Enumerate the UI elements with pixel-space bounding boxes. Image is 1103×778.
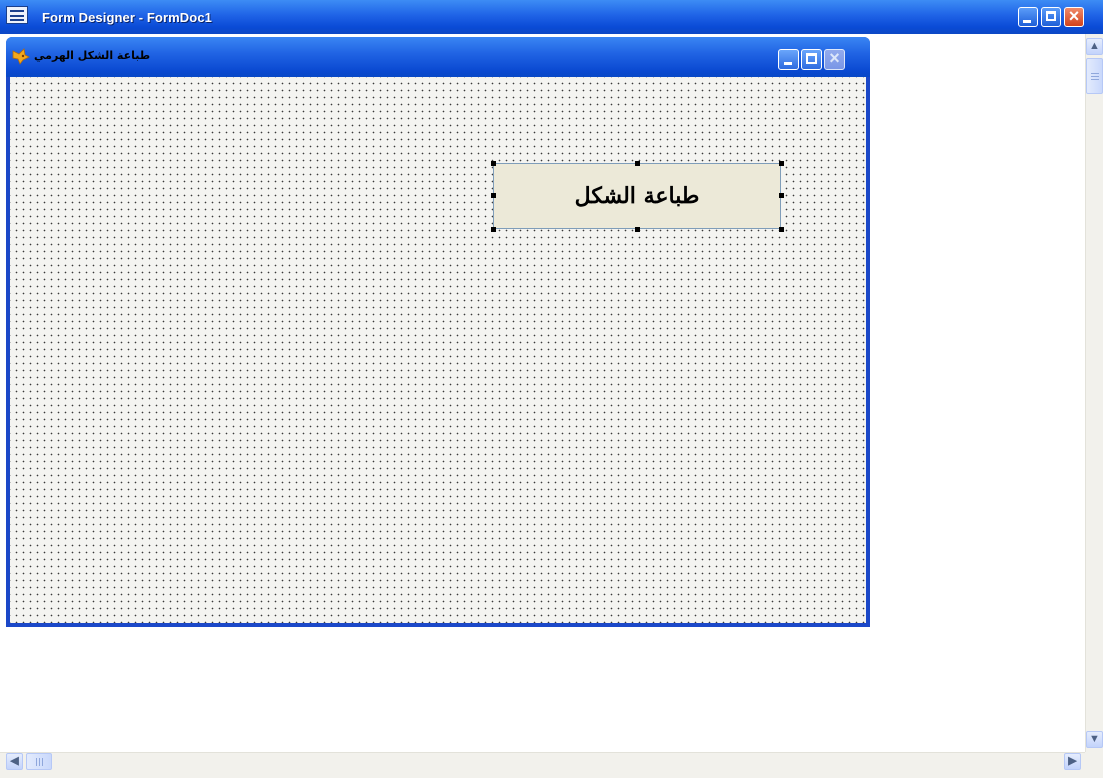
scroll-down-button[interactable]: ▼ xyxy=(1086,731,1103,748)
chevron-left-icon: ◀ xyxy=(10,755,19,767)
selection-handle-right[interactable] xyxy=(779,193,784,198)
close-icon: × xyxy=(1068,6,1080,26)
selection-handle-top[interactable] xyxy=(635,161,640,166)
print-form-button-caption: طباعة الشكل xyxy=(574,183,700,209)
scroll-up-button[interactable]: ▲ xyxy=(1086,38,1103,55)
print-form-button[interactable]: طباعة الشكل xyxy=(493,163,781,229)
minimize-icon xyxy=(784,62,792,65)
form-maximize-button[interactable] xyxy=(801,49,822,70)
form-minimize-button[interactable] xyxy=(778,49,799,70)
size-grip[interactable] xyxy=(1085,752,1103,770)
close-icon: × xyxy=(829,48,840,68)
window-bottom-edge xyxy=(0,770,1103,778)
selection-handle-bottom-left[interactable] xyxy=(491,227,496,232)
outer-minimize-button[interactable] xyxy=(1018,7,1038,27)
form-window[interactable]: طباعة الشكل الهرمي × طباعة الشكل xyxy=(6,37,870,627)
form-titlebar[interactable]: طباعة الشكل الهرمي × xyxy=(6,37,870,77)
window-title: Form Designer - FormDoc1 xyxy=(42,10,212,25)
selection-handle-top-right[interactable] xyxy=(779,161,784,166)
outer-titlebar[interactable]: Form Designer - FormDoc1 × xyxy=(0,0,1103,34)
form-title: طباعة الشكل الهرمي xyxy=(34,49,151,62)
vertical-scrollbar[interactable]: ▲ ▼ xyxy=(1085,34,1103,762)
form-designer-icon xyxy=(6,6,28,24)
selection-handle-left[interactable] xyxy=(491,193,496,198)
horizontal-scrollbar[interactable]: ◀ ▶ xyxy=(0,752,1085,770)
chevron-down-icon: ▼ xyxy=(1089,733,1100,745)
vertical-scroll-thumb[interactable] xyxy=(1086,58,1103,94)
horizontal-scroll-thumb[interactable] xyxy=(26,753,52,770)
selection-handle-bottom[interactable] xyxy=(635,227,640,232)
outer-maximize-button[interactable] xyxy=(1041,7,1061,27)
form-close-button[interactable]: × xyxy=(824,48,845,70)
chevron-up-icon: ▲ xyxy=(1089,40,1100,52)
chevron-right-icon: ▶ xyxy=(1068,755,1077,767)
foxpro-icon xyxy=(12,48,30,65)
scroll-right-button[interactable]: ▶ xyxy=(1064,753,1081,770)
minimize-icon xyxy=(1023,20,1031,23)
maximize-icon xyxy=(1046,11,1056,21)
maximize-icon xyxy=(806,53,817,64)
selection-handle-bottom-right[interactable] xyxy=(779,227,784,232)
form-design-canvas[interactable]: طباعة الشكل xyxy=(10,77,866,623)
outer-close-button[interactable]: × xyxy=(1064,6,1084,27)
selection-handle-top-left[interactable] xyxy=(491,161,496,166)
scroll-left-button[interactable]: ◀ xyxy=(6,753,23,770)
